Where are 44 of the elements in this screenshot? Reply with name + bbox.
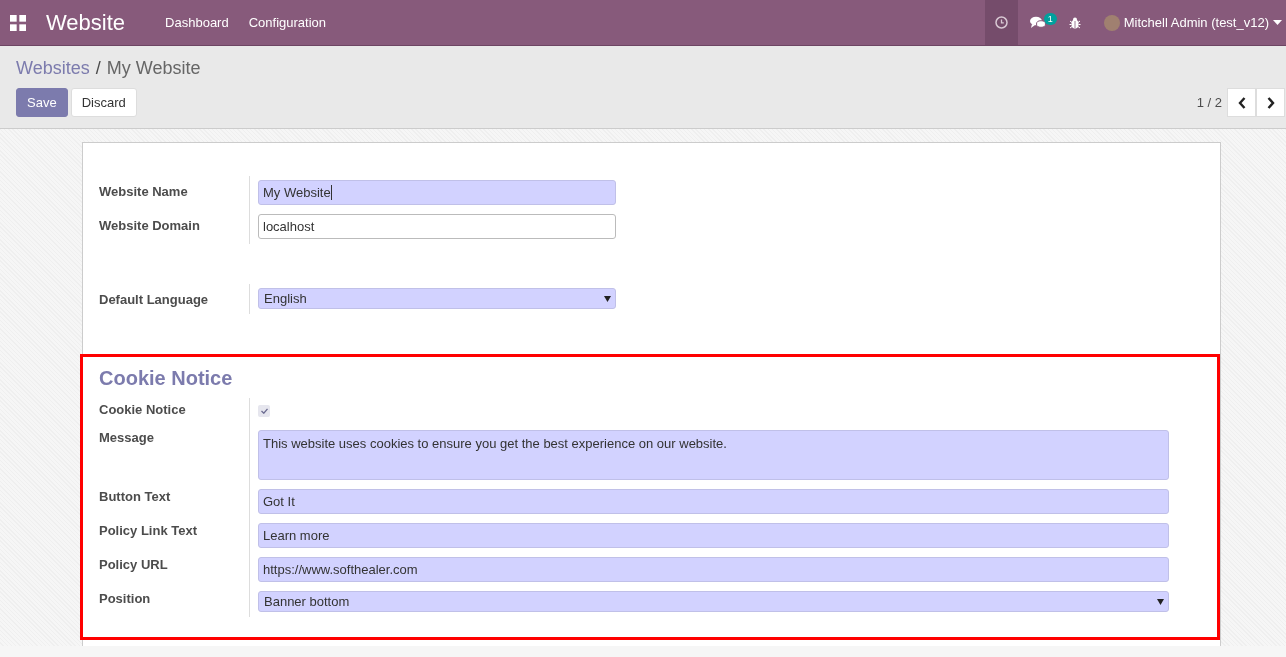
chat-icon	[1030, 16, 1047, 29]
dropdown-field[interactable]: English	[258, 288, 616, 309]
next-button[interactable]	[1256, 88, 1285, 117]
app-title: Website	[46, 9, 126, 36]
chevron-left-icon	[1237, 96, 1246, 109]
field-label: Position	[98, 590, 152, 608]
chevron-right-icon	[1266, 96, 1275, 109]
field-label: Button Text	[98, 488, 172, 506]
breadcrumb-separator: /	[95, 58, 101, 79]
input-field[interactable]: Got It	[258, 489, 1169, 514]
previous-button[interactable]	[1227, 88, 1256, 117]
input-field[interactable]: localhost	[258, 214, 616, 239]
field-label: Cookie Notice	[98, 401, 187, 419]
user-menu[interactable]: Mitchell Admin (test_v12)	[1093, 0, 1286, 45]
caret-icon	[1273, 20, 1282, 25]
caret-icon	[604, 295, 611, 302]
field-label: Message	[98, 429, 155, 447]
menu-item[interactable]: Configuration	[238, 15, 336, 30]
avatar	[1103, 14, 1120, 31]
input-field[interactable]: My Website	[258, 180, 616, 205]
input-field[interactable]: Learn more	[258, 523, 1169, 548]
notification-badge: 1	[1043, 13, 1057, 25]
discard-button[interactable]: Discard	[70, 88, 137, 117]
activity-button[interactable]	[984, 0, 1018, 45]
field-label: Website Name	[98, 183, 189, 201]
checkmark-icon	[260, 408, 268, 414]
menu-item[interactable]: Dashboard	[155, 15, 239, 30]
caret-icon	[1157, 598, 1164, 605]
field-label: Policy URL	[98, 556, 169, 574]
dropdown-field[interactable]: Banner bottom	[258, 591, 1169, 612]
pager-counter: 1 / 2	[1196, 95, 1222, 110]
field-label: Default Language	[98, 291, 210, 309]
input-field[interactable]: https://www.softhealer.com	[258, 557, 1169, 582]
field-label: Website Domain	[98, 217, 201, 235]
text-area[interactable]: This website uses cookies to ensure you get the best experience on our website.	[258, 430, 1169, 480]
field-label: Policy Link Text	[98, 522, 198, 540]
apps-icon[interactable]	[10, 14, 26, 31]
clock-icon	[994, 16, 1008, 29]
save-button[interactable]: Save	[16, 88, 68, 117]
bug-icon	[1069, 16, 1082, 29]
section-title: Cookie Notice	[99, 367, 234, 390]
breadcrumb-current: My Website	[106, 58, 201, 79]
checkbox[interactable]	[258, 405, 270, 417]
user-name: Mitchell Admin (test_v12)	[1123, 15, 1269, 30]
